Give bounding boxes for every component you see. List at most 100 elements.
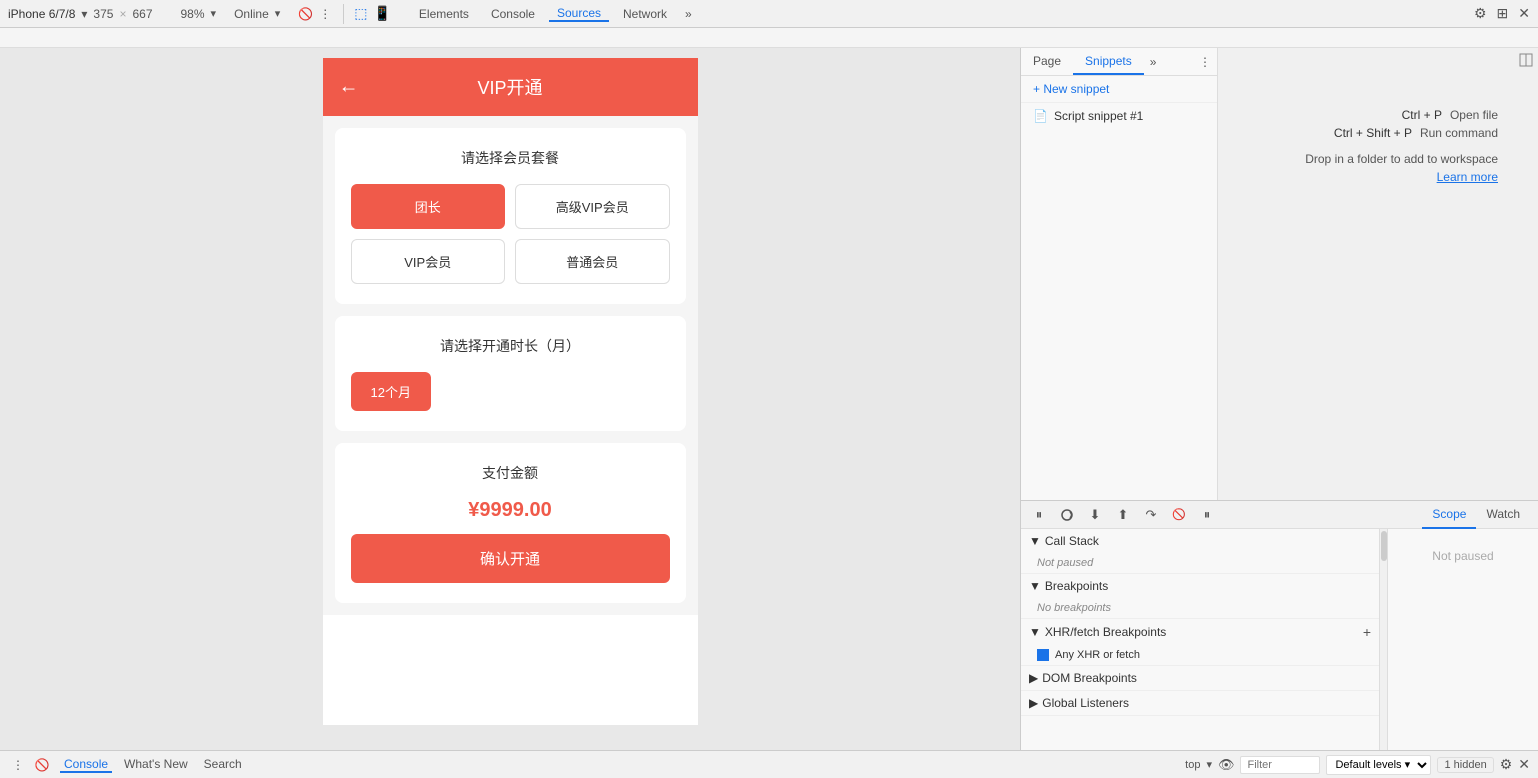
snippets-tab[interactable]: Snippets (1073, 48, 1144, 75)
eye-icon[interactable]: 👁 (1218, 757, 1235, 773)
separator: × (119, 7, 126, 21)
device-name[interactable]: iPhone 6/7/8 (8, 7, 75, 21)
pause-on-exceptions-button[interactable]: ⏸ (1197, 505, 1217, 525)
step-over-button[interactable] (1057, 505, 1077, 525)
xhr-checkbox[interactable] (1037, 649, 1049, 661)
top-bar: iPhone 6/7/8 ▾ 375 × 667 98% ▾ Online ▾ … (0, 0, 1538, 28)
breakpoints-header[interactable]: ▼ Breakpoints (1021, 574, 1379, 598)
step-out-button[interactable]: ⬆ (1113, 505, 1133, 525)
option-vip[interactable]: VIP会员 (351, 239, 506, 284)
top-frame-arrow[interactable]: ▾ (1206, 758, 1212, 771)
call-stack-triangle: ▼ (1029, 534, 1041, 548)
debugger-scope-tabs: Scope Watch (1422, 501, 1530, 529)
phone-frame: ← VIP开通 请选择会员套餐 团长 高级VIP会员 VIP会员 普通会员 (323, 58, 698, 725)
breakpoints-triangle: ▼ (1029, 579, 1041, 593)
option-regular[interactable]: 普通会员 (515, 239, 670, 284)
snippet-icon: 📄 (1033, 109, 1048, 123)
xhr-label: XHR/fetch Breakpoints (1045, 625, 1166, 639)
shortcut-run-command: Ctrl + Shift + P Run command (1218, 126, 1498, 140)
step-into-button[interactable]: ⬇ (1085, 505, 1105, 525)
debugger-body: ▼ Call Stack Not paused ▼ Breakpoints (1021, 529, 1538, 750)
learn-more-link[interactable]: Learn more (1437, 170, 1498, 184)
network-status[interactable]: Online (234, 7, 269, 21)
xhr-triangle: ▼ (1029, 625, 1041, 639)
plan-card: 请选择会员套餐 团长 高级VIP会员 VIP会员 普通会员 (335, 128, 686, 304)
inspect-icon[interactable]: ⬚ (354, 5, 367, 22)
network-tab[interactable]: Network (615, 7, 675, 21)
dom-triangle: ▶ (1029, 671, 1038, 685)
console-bar-ban[interactable]: 🚫 (32, 755, 52, 775)
call-stack-header[interactable]: ▼ Call Stack (1021, 529, 1379, 553)
page-tab[interactable]: Page (1021, 48, 1073, 75)
sources-sub-tabs: Page Snippets » ⋮ (1021, 48, 1217, 76)
console-tab-bar[interactable]: Console (60, 757, 112, 773)
console-level-select[interactable]: Default levels ▾ (1326, 755, 1431, 775)
xhr-section: ▼ XHR/fetch Breakpoints + Any XHR or fet… (1021, 619, 1379, 666)
run-command-action: Run command (1420, 126, 1498, 140)
devtools-close-bar[interactable]: ✕ (1518, 756, 1530, 773)
debugger-scrollbar[interactable] (1379, 529, 1387, 750)
scope-not-paused: Not paused (1432, 549, 1493, 563)
option-leader[interactable]: 团长 (351, 184, 506, 229)
xhr-add-button[interactable]: + (1363, 624, 1371, 640)
snippet-label: Script snippet #1 (1054, 109, 1143, 123)
open-file-action: Open file (1450, 108, 1498, 122)
back-button[interactable]: ← (339, 76, 359, 99)
devtools-settings-gear[interactable]: ⚙ (1500, 756, 1513, 773)
device-dropdown[interactable]: ▾ (81, 7, 87, 21)
console-filter-input[interactable] (1240, 756, 1320, 774)
scope-tab[interactable]: Scope (1422, 501, 1476, 529)
whats-new-tab-bar[interactable]: What's New (120, 757, 192, 773)
new-snippet-button[interactable]: + New snippet (1021, 76, 1217, 103)
console-bar: ⋮ 🚫 Console What's New Search top ▾ 👁 De… (0, 750, 1538, 778)
pause-button[interactable]: ⏸ (1029, 505, 1049, 525)
global-section: ▶ Global Listeners (1021, 691, 1379, 716)
elements-tab[interactable]: Elements (411, 7, 477, 21)
collapse-icon[interactable] (1518, 52, 1534, 71)
page-title: VIP开通 (477, 78, 542, 98)
deactivate-breakpoints-button[interactable]: 🚫 (1169, 505, 1189, 525)
sources-menu[interactable]: ⋮ (1193, 48, 1217, 75)
option-advanced-vip[interactable]: 高级VIP会员 (515, 184, 670, 229)
confirm-button[interactable]: 确认开通 (351, 534, 670, 583)
zoom-dropdown[interactable]: ▾ (211, 7, 217, 20)
devtools-dock[interactable]: ⊞ (1497, 5, 1509, 22)
mobile-preview: ← VIP开通 请选择会员套餐 团长 高级VIP会员 VIP会员 普通会员 (0, 48, 1020, 750)
debugger-left: ▼ Call Stack Not paused ▼ Breakpoints (1021, 529, 1388, 750)
watch-tab[interactable]: Watch (1476, 501, 1530, 529)
sources-tab[interactable]: Sources (549, 6, 609, 22)
sources-right-pane: Ctrl + P Open file Ctrl + Shift + P Run … (1218, 48, 1538, 500)
console-bar-menu[interactable]: ⋮ (8, 755, 28, 775)
devtools-close[interactable]: ✕ (1518, 5, 1530, 22)
payment-amount: ¥9999.00 (351, 499, 670, 522)
xhr-any-label: Any XHR or fetch (1055, 649, 1140, 661)
debugger-right: Not paused (1388, 529, 1538, 750)
device-toolbar-icon[interactable]: 📱 (373, 5, 390, 22)
duration-button[interactable]: 12个月 (351, 372, 431, 411)
more-devtools-tabs[interactable]: » (681, 7, 696, 21)
search-tab-bar[interactable]: Search (200, 757, 246, 773)
step-button[interactable]: ↷ (1141, 505, 1161, 525)
dom-header[interactable]: ▶ DOM Breakpoints (1021, 666, 1379, 690)
no-throttle-icon: 🚫 (298, 7, 313, 21)
console-filter-area: top ▾ 👁 Default levels ▾ 1 hidden ⚙ ✕ (1185, 755, 1530, 775)
global-triangle: ▶ (1029, 696, 1038, 710)
xhr-header[interactable]: ▼ XHR/fetch Breakpoints + (1021, 619, 1379, 645)
console-tab[interactable]: Console (483, 7, 543, 21)
debugger-toolbar: ⏸ ⬇ ⬆ ↷ 🚫 ⏸ Scope Watch (1021, 501, 1538, 529)
hidden-count-badge[interactable]: 1 hidden (1437, 757, 1493, 773)
snippet-item[interactable]: 📄 Script snippet #1 (1021, 103, 1217, 129)
more-sources-tabs[interactable]: » (1144, 48, 1163, 75)
sources-main-area: Ctrl + P Open file Ctrl + Shift + P Run … (1218, 48, 1538, 500)
devtools-body: Page Snippets » ⋮ + New snippet 📄 Script… (1021, 48, 1538, 500)
zoom-level[interactable]: 98% (181, 7, 205, 21)
more-options[interactable]: ⋮ (319, 7, 333, 21)
global-header[interactable]: ▶ Global Listeners (1021, 691, 1379, 715)
vip-content: 请选择会员套餐 团长 高级VIP会员 VIP会员 普通会员 请选择开通时长（月）… (323, 116, 698, 615)
devtools-settings[interactable]: ⚙ (1474, 5, 1487, 22)
vip-header: ← VIP开通 (323, 58, 698, 116)
workspace-text: Drop in a folder to add to workspace (1218, 152, 1498, 166)
viewport-height: 667 (132, 7, 152, 21)
network-dropdown[interactable]: ▾ (275, 7, 281, 20)
plan-options-grid: 团长 高级VIP会员 VIP会员 普通会员 (351, 184, 670, 284)
